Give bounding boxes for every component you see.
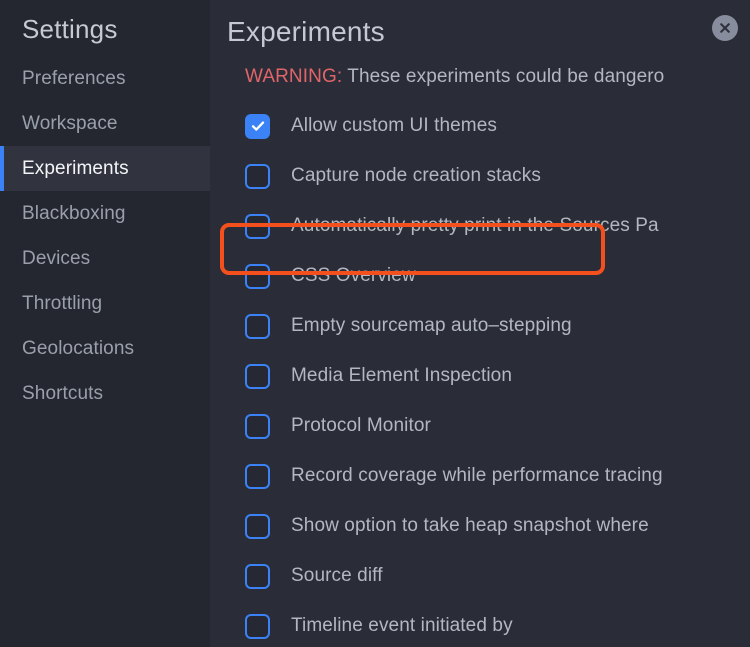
sidebar-item-label: Workspace [22, 113, 118, 134]
sidebar-item-devices[interactable]: Devices [0, 236, 210, 281]
checkbox-unchecked-icon[interactable] [245, 313, 270, 339]
sidebar-item-label: Throttling [22, 293, 103, 314]
experiment-label: Show option to take heap snapshot where [291, 515, 649, 536]
settings-dialog: Settings Preferences Workspace Experiments… [0, 0, 750, 647]
page-title: Experiments [227, 16, 385, 47]
sidebar-item-geolocations[interactable]: Geolocations [0, 326, 210, 371]
experiment-label: Capture node creation stacks [291, 165, 541, 186]
sidebar-item-throttling[interactable]: Throttling [0, 281, 210, 326]
warning-text: These experiments could be dangero [342, 66, 665, 87]
sidebar-item-workspace[interactable]: Workspace [0, 101, 210, 146]
experiment-label: Empty sourcemap auto–stepping [291, 315, 572, 336]
experiment-label: CSS Overview [291, 265, 416, 286]
experiment-label: Allow custom UI themes [291, 115, 497, 136]
experiment-row[interactable]: Allow custom UI themes [245, 101, 750, 151]
checkbox-unchecked-icon[interactable] [245, 263, 270, 289]
checkbox-unchecked-icon[interactable] [245, 163, 270, 189]
sidebar-item-label: Devices [22, 248, 91, 269]
sidebar-item-label: Preferences [22, 68, 126, 89]
sidebar-item-label: Geolocations [22, 338, 135, 359]
experiment-row[interactable]: Media Element Inspection [245, 351, 750, 401]
sidebar-item-shortcuts[interactable]: Shortcuts [0, 371, 210, 416]
sidebar-title: Settings [22, 14, 118, 44]
experiments-warning: WARNING: These experiments could be dang… [210, 64, 750, 90]
sidebar-item-label: Blackboxing [22, 203, 126, 224]
checkbox-unchecked-icon[interactable] [245, 363, 270, 389]
experiment-row[interactable]: Capture node creation stacks [245, 151, 750, 201]
experiment-row[interactable]: Automatically pretty print in the Source… [245, 201, 750, 251]
warning-label: WARNING: [245, 66, 343, 87]
experiment-label: Source diff [291, 565, 383, 586]
experiment-row[interactable]: Timeline event initiated by [245, 601, 750, 647]
experiment-row[interactable]: Source diff [245, 551, 750, 601]
experiment-label: Media Element Inspection [291, 365, 513, 386]
sidebar-selection-indicator [0, 146, 4, 191]
close-icon [718, 21, 732, 35]
checkbox-unchecked-icon[interactable] [245, 213, 270, 239]
experiment-label: Record coverage while performance tracin… [291, 465, 663, 486]
sidebar-item-preferences[interactable]: Preferences [0, 56, 210, 101]
experiment-row[interactable]: Record coverage while performance tracin… [245, 451, 750, 501]
sidebar-item-label: Experiments [22, 158, 129, 179]
checkbox-unchecked-icon[interactable] [245, 513, 270, 539]
experiment-label: Protocol Monitor [291, 415, 431, 436]
close-button[interactable] [712, 15, 738, 41]
experiment-row[interactable]: Show option to take heap snapshot where [245, 501, 750, 551]
experiment-row[interactable]: CSS Overview [245, 251, 750, 301]
checkbox-unchecked-icon[interactable] [245, 413, 270, 439]
sidebar-item-label: Shortcuts [22, 383, 104, 404]
sidebar-item-experiments[interactable]: Experiments [0, 146, 210, 191]
sidebar-item-blackboxing[interactable]: Blackboxing [0, 191, 210, 236]
experiment-label: Timeline event initiated by [291, 615, 513, 636]
settings-sidebar: Settings Preferences Workspace Experiments… [0, 0, 210, 647]
checkbox-checked-icon[interactable] [245, 113, 270, 139]
sidebar-nav: Preferences Workspace Experiments Blackboxi… [0, 56, 210, 416]
checkbox-unchecked-icon[interactable] [245, 463, 270, 489]
experiments-panel: Experiments WARNING: These experiments c… [210, 0, 750, 647]
checkbox-unchecked-icon[interactable] [245, 563, 270, 589]
experiment-label: Automatically pretty print in the Source… [291, 215, 659, 236]
experiments-list: Allow custom UI themes Capture node creat… [210, 101, 750, 647]
experiment-row[interactable]: Protocol Monitor [245, 401, 750, 451]
experiment-row[interactable]: Empty sourcemap auto–stepping [245, 301, 750, 351]
checkbox-unchecked-icon[interactable] [245, 613, 270, 639]
